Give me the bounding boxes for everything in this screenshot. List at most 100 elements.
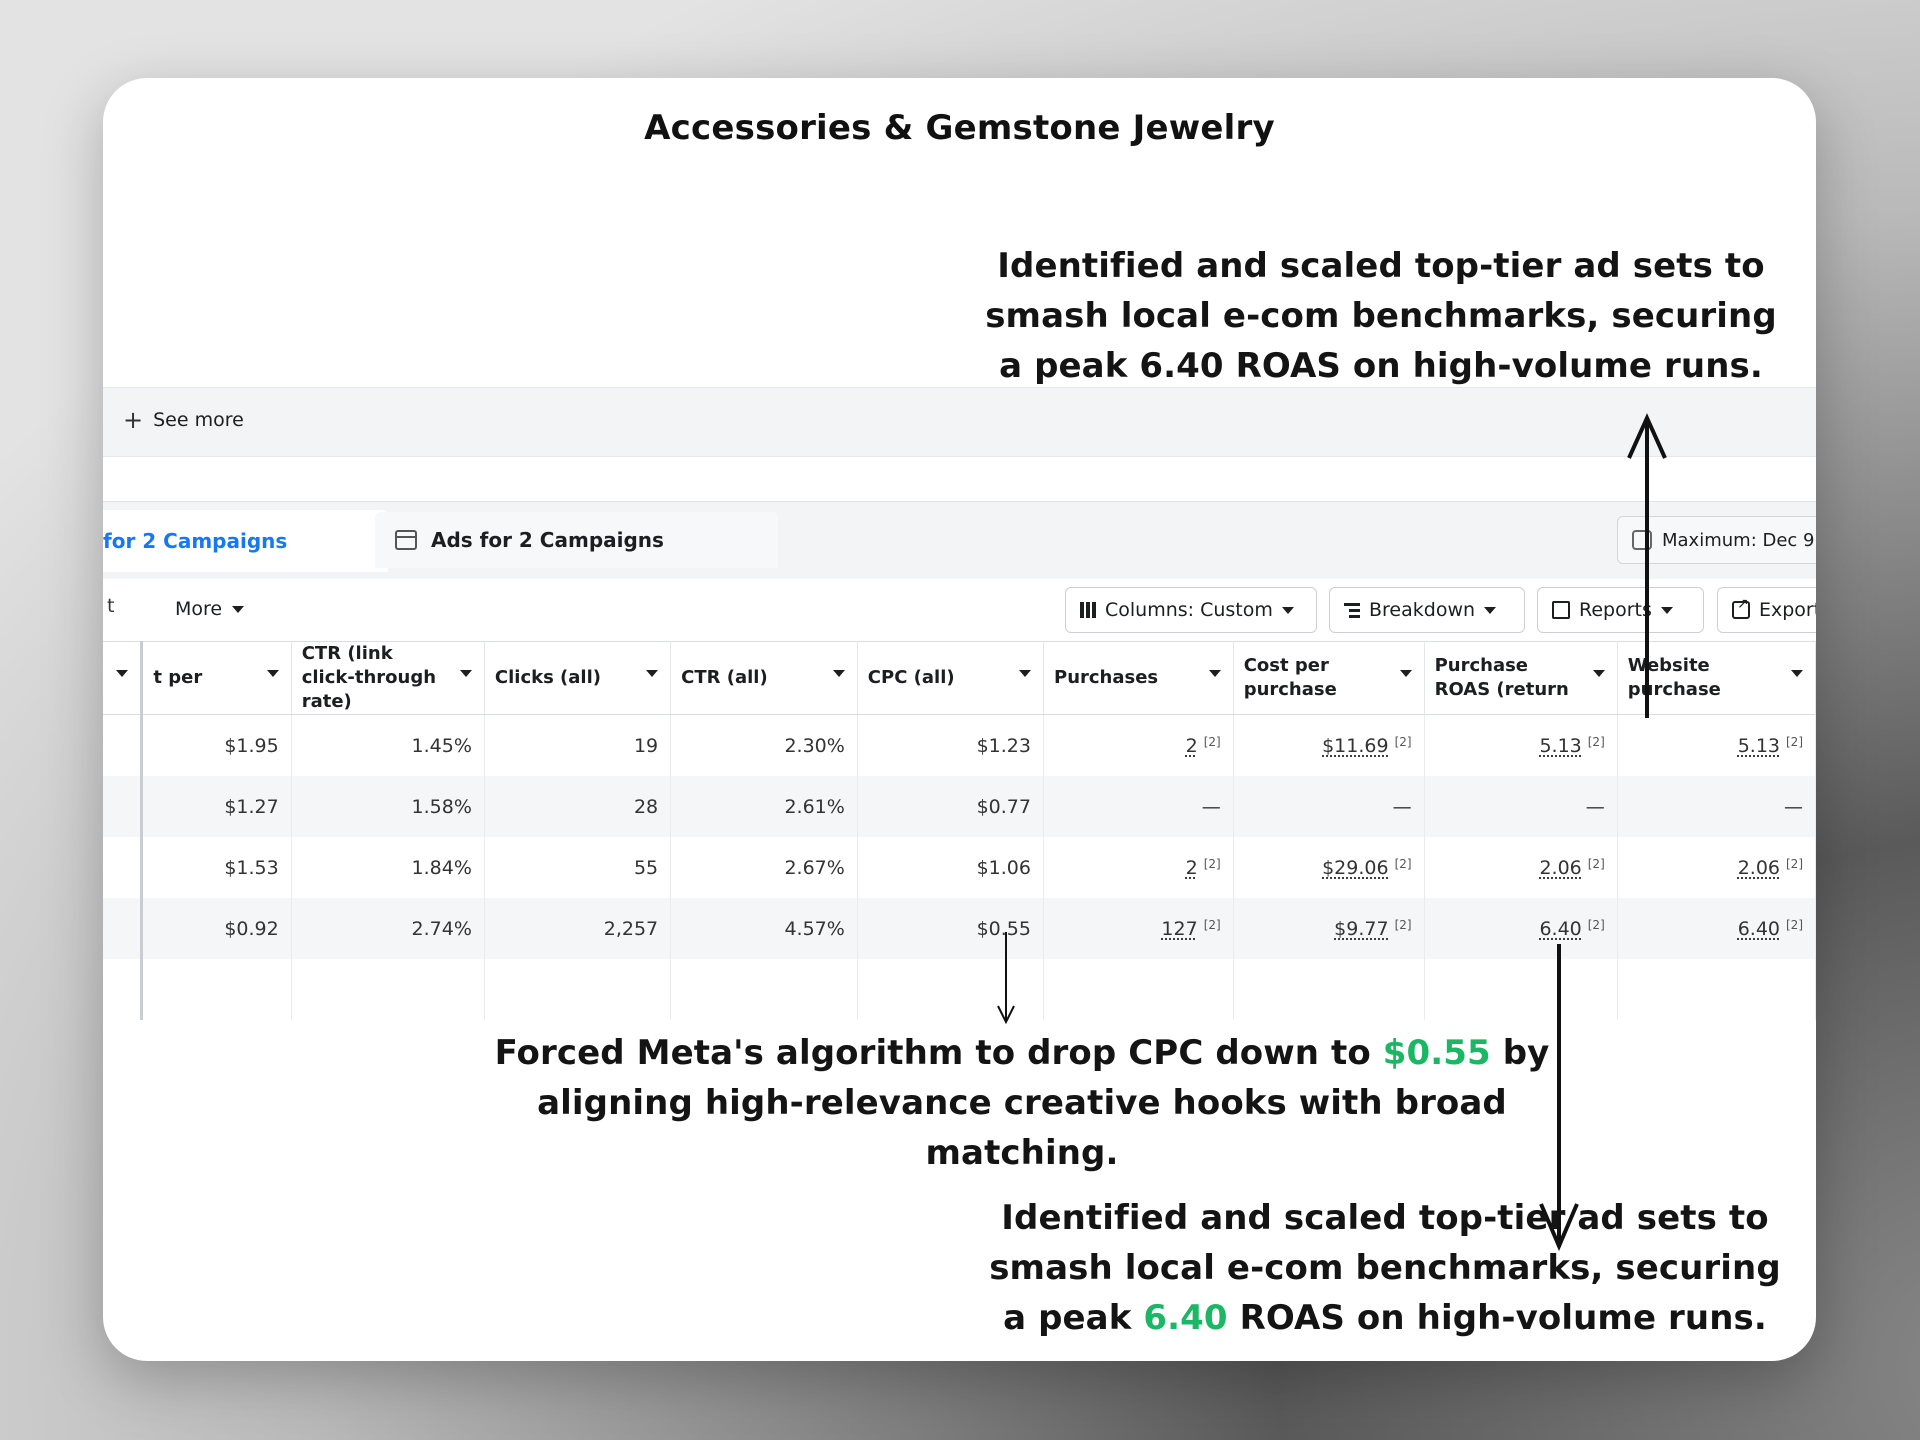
cell-website-roas[interactable]: 6.40 [2] [1617, 898, 1816, 959]
page-title: Accessories & Gemstone Jewelry [644, 108, 1275, 148]
export-button[interactable]: Export [1717, 587, 1816, 633]
cell-cost-per: $0.92 [141, 898, 292, 959]
cell-value: 127 [1161, 917, 1198, 940]
see-more-button[interactable]: + See more [123, 408, 244, 432]
col-header-ctr-all[interactable]: CTR (all) [670, 641, 858, 715]
cell-value: 5.13 [1539, 734, 1582, 757]
arrow-up-icon [1627, 413, 1667, 718]
tab-ads[interactable]: Ads for 2 Campaigns [375, 512, 778, 568]
cell-value: — [1201, 795, 1221, 818]
cell-value: 2.06 [1737, 856, 1780, 879]
cell-website-roas[interactable]: 2.06 [2] [1617, 837, 1816, 898]
cell-purchase-roas[interactable]: 2.06 [2] [1424, 837, 1618, 898]
cell-ctr-all: 4.57% [670, 898, 858, 959]
cell-cost-per-purchase: — [1233, 776, 1425, 837]
cell-cost-per-purchase[interactable]: $9.77 [2] [1233, 898, 1425, 959]
callout-roas-highlight: 6.40 [1143, 1298, 1228, 1338]
tab-ad-sets[interactable]: for 2 Campaigns [103, 510, 388, 572]
header-label: CPC (all) [867, 667, 955, 688]
col-header-purchases[interactable]: Purchases [1043, 641, 1234, 715]
cell-ctr-link: 1.58% [291, 776, 485, 837]
caret-down-icon [1208, 670, 1221, 677]
cell-value: 2.67% [784, 856, 845, 879]
tab-ads-label: Ads for 2 Campaigns [431, 528, 664, 552]
cell-value: 2.74% [411, 917, 472, 940]
col-header-stub[interactable] [103, 641, 144, 715]
cell-value: 55 [633, 856, 659, 879]
cell-value: 2,257 [603, 917, 659, 940]
footnote-marker: [2] [1786, 917, 1803, 932]
cell-value: 19 [633, 734, 659, 757]
partial-cell [1233, 959, 1425, 1020]
export-icon [1732, 596, 1750, 619]
header-label: Cost per purchase [1243, 655, 1337, 700]
date-range-label: Maximum: Dec 9, [1662, 529, 1816, 551]
col-header-ctr-link[interactable]: CTR (link click-through rate) [291, 641, 485, 715]
cell-purchases[interactable]: 2 [2] [1043, 714, 1234, 776]
cell-website-roas: — [1617, 776, 1816, 837]
arrow-down-icon [997, 932, 1015, 1025]
col-header-purchase-roas[interactable]: Purchase ROAS (return on ad... [1424, 641, 1618, 715]
cell-value: $0.77 [976, 795, 1031, 818]
cell-value: — [1784, 795, 1803, 818]
more-dropdown[interactable]: More [161, 591, 258, 627]
cell-ctr-all: 2.67% [670, 837, 858, 898]
col-header-clicks[interactable]: Clicks (all) [484, 641, 672, 715]
row-stub-cell [103, 776, 144, 837]
footnote-marker: [2] [1394, 917, 1412, 932]
cell-ctr-link: 2.74% [291, 898, 485, 959]
see-more-label: See more [153, 409, 244, 431]
footnote-marker: [2] [1203, 856, 1221, 871]
cell-clicks: 55 [484, 837, 672, 898]
table-row[interactable]: $1.95 1.45% 19 2.30% $1.23 2 [2] $11.69 [2] 5.13 [… [103, 714, 1816, 776]
header-label: t per [153, 667, 203, 688]
cell-value: $0.92 [224, 917, 279, 940]
col-header-cost-per-purchase[interactable]: Cost per purchase [1233, 641, 1425, 715]
cell-clicks: 2,257 [484, 898, 672, 959]
cell-purchase-roas: — [1424, 776, 1618, 837]
cell-cost-per: $1.53 [141, 837, 292, 898]
cell-value: 1.58% [411, 795, 472, 818]
cell-value: $1.23 [976, 734, 1031, 757]
cell-clicks: 28 [484, 776, 672, 837]
cell-value: 6.40 [1539, 917, 1582, 940]
callout-roas-text-end: ROAS on high-volume runs. [1239, 1298, 1767, 1338]
cell-value: $11.69 [1322, 734, 1389, 757]
partial-cell [1617, 959, 1816, 1020]
header-label: Purchase ROAS (return on ad... [1434, 655, 1569, 700]
columns-button[interactable]: Columns: Custom [1065, 587, 1317, 633]
plus-icon: + [123, 406, 144, 434]
table-row[interactable]: $1.27 1.58% 28 2.61% $0.77 — — — — [103, 776, 1816, 837]
footnote-marker: [2] [1587, 917, 1605, 932]
cell-purchase-roas[interactable]: 5.13 [2] [1424, 714, 1618, 776]
cell-cost-per-purchase[interactable]: $29.06 [2] [1233, 837, 1425, 898]
callout-roas-top: Identified and scaled top-tier ad sets t… [985, 246, 1777, 386]
cell-ctr-all: 2.30% [670, 714, 858, 776]
breakdown-button[interactable]: Breakdown [1329, 587, 1525, 633]
caret-down-icon [1592, 670, 1605, 677]
cell-value: 6.40 [1737, 917, 1780, 940]
caret-down-icon [266, 670, 279, 677]
footnote-marker: [2] [1394, 856, 1412, 871]
caret-down-icon [646, 670, 659, 677]
partial-cell [1043, 959, 1234, 1020]
caret-down-icon [1484, 606, 1497, 614]
cell-value: 5.13 [1737, 734, 1780, 757]
col-header-cpc[interactable]: CPC (all) [857, 641, 1045, 715]
partial-cell [291, 959, 485, 1020]
cell-cost-per: $1.27 [141, 776, 292, 837]
export-label: Export [1759, 599, 1816, 621]
ad-icon [395, 530, 417, 550]
col-header-cost-per[interactable]: t per [141, 641, 292, 715]
cell-cost-per-purchase[interactable]: $11.69 [2] [1233, 714, 1425, 776]
table-row[interactable]: $1.53 1.84% 55 2.67% $1.06 2 [2] $29.06 [2] 2.06 [… [103, 837, 1816, 898]
toolbar-left-fragment[interactable]: t [107, 595, 114, 617]
breakdown-label: Breakdown [1369, 599, 1476, 621]
header-label: Clicks (all) [494, 667, 602, 688]
see-more-bar: + See more [103, 387, 1816, 457]
cell-purchases[interactable]: 2 [2] [1043, 837, 1234, 898]
cell-purchases[interactable]: 127 [2] [1043, 898, 1234, 959]
breakdown-icon [1344, 602, 1360, 618]
header-label: CTR (link click-through rate) [301, 643, 437, 712]
cell-value: $1.95 [224, 734, 279, 757]
